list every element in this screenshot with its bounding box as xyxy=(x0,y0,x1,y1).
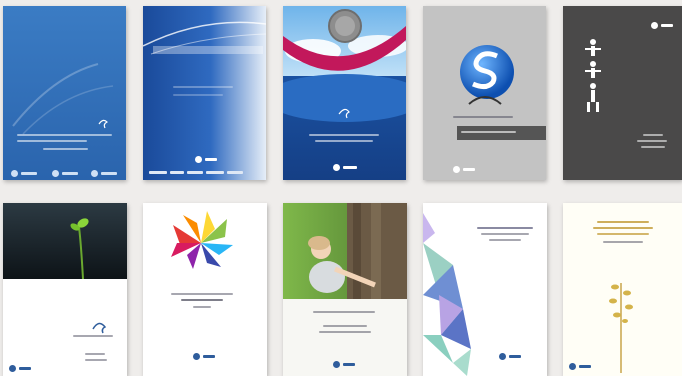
cover-6-emblem xyxy=(9,365,31,372)
sky-arc-graphic xyxy=(283,6,406,180)
cover-5-emblem xyxy=(651,22,673,29)
report-cover-1[interactable] xyxy=(3,6,126,180)
child-tree-graphic xyxy=(283,203,407,299)
report-cover-4[interactable] xyxy=(423,6,546,180)
report-cover-10[interactable] xyxy=(563,203,682,376)
cover-10-emblem xyxy=(569,363,591,370)
cover-3-emblem xyxy=(333,164,357,171)
sprout-graphic xyxy=(3,203,127,334)
cover-4-emblem xyxy=(453,166,475,173)
report-cover-9[interactable] xyxy=(423,203,547,376)
cover-9-emblem xyxy=(499,353,521,360)
report-cover-8[interactable] xyxy=(283,203,407,376)
cover-7-emblem xyxy=(193,353,215,360)
cover-8-emblem xyxy=(333,361,355,368)
color-fan-graphic xyxy=(171,211,233,269)
report-cover-6[interactable] xyxy=(3,203,127,376)
report-cover-3[interactable] xyxy=(283,6,406,180)
logo-strip xyxy=(11,170,117,177)
report-cover-5[interactable] xyxy=(563,6,682,180)
logo-strip xyxy=(149,171,243,174)
report-cover-7[interactable] xyxy=(143,203,267,376)
wave-graphic xyxy=(3,6,126,180)
cover-4-title-band xyxy=(457,126,546,140)
cover-2-emblem xyxy=(195,156,217,163)
figures-graphic xyxy=(585,39,601,112)
s-logo-graphic xyxy=(460,45,514,105)
cover-gallery: { "gallery": { "covers": [ {"id": "cover… xyxy=(0,0,682,376)
report-cover-2[interactable] xyxy=(143,6,266,180)
swoosh-graphic xyxy=(143,6,266,180)
